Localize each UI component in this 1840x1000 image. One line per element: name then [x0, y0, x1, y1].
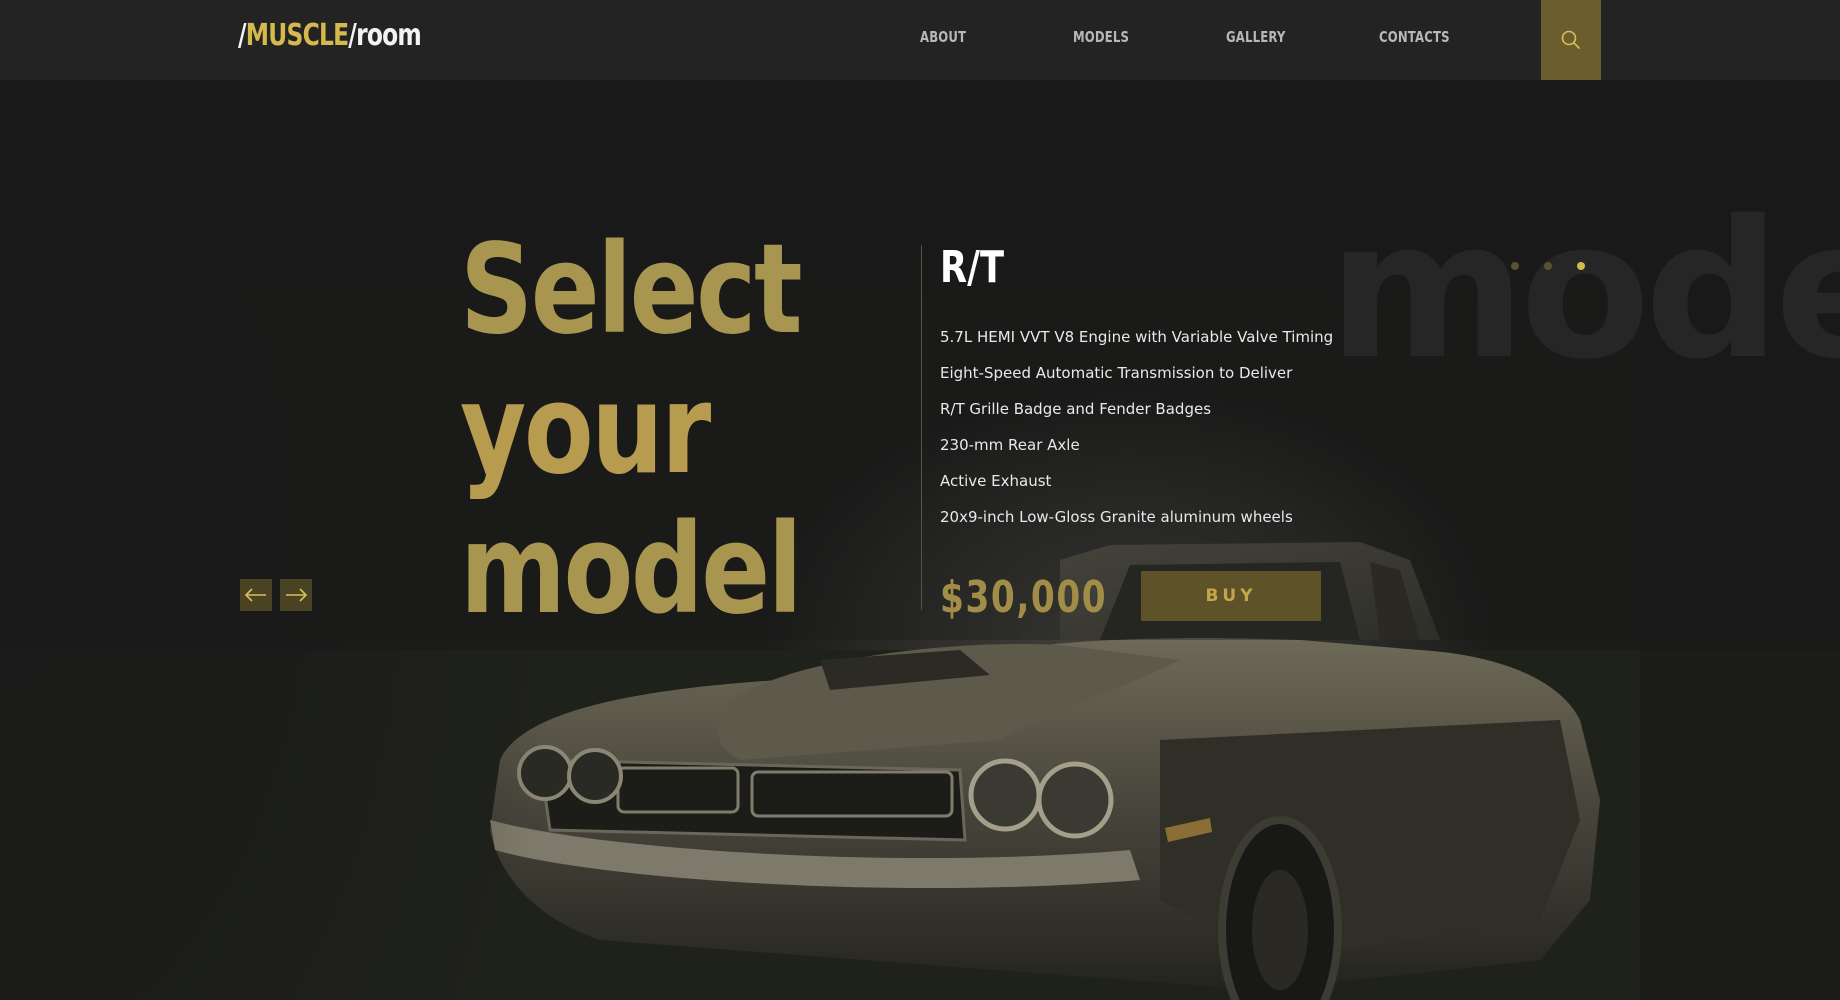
spec-item: 20x9-inch Low-Gloss Granite aluminum whe…: [940, 508, 1293, 526]
search-button[interactable]: [1541, 0, 1601, 80]
headline-line-3: model: [460, 498, 803, 642]
spec-list: 5.7L HEMI VVT V8 Engine with Variable Va…: [940, 322, 1333, 538]
nav-about[interactable]: ABOUT: [920, 28, 966, 46]
next-slide-button[interactable]: [280, 579, 312, 611]
arrow-left-icon: [244, 588, 266, 602]
buy-button[interactable]: BUY: [1141, 571, 1321, 621]
slide-dot-3-active[interactable]: [1577, 262, 1585, 270]
model-name: R/T: [940, 242, 1004, 293]
nav-models[interactable]: MODELS: [1073, 28, 1129, 46]
arrow-right-icon: [286, 588, 308, 602]
spec-item: Eight-Speed Automatic Transmission to De…: [940, 364, 1293, 382]
slide-dot-2[interactable]: [1544, 262, 1552, 270]
price: $30,000: [940, 572, 1108, 623]
vertical-divider: [921, 245, 922, 610]
logo[interactable]: /MUSCLE/room: [238, 18, 422, 62]
spec-item: 5.7L HEMI VVT V8 Engine with Variable Va…: [940, 328, 1334, 346]
site-header: /MUSCLE/room ABOUT MODELS GALLERY CONTAC…: [0, 0, 1840, 80]
search-icon: [1561, 30, 1580, 49]
hero-headline: Select your model: [460, 220, 875, 640]
nav-gallery[interactable]: GALLERY: [1226, 28, 1285, 46]
headline-line-1: Select: [460, 218, 803, 362]
spec-item: Active Exhaust: [940, 472, 1052, 490]
logo-suffix: room: [356, 18, 422, 53]
slide-dot-1[interactable]: [1511, 262, 1519, 270]
prev-slide-button[interactable]: [240, 579, 272, 611]
spec-item: R/T Grille Badge and Fender Badges: [940, 400, 1212, 418]
logo-brand: MUSCLE: [245, 18, 349, 53]
headline-line-2: your: [460, 358, 711, 502]
hero-section: models: [0, 80, 1840, 1000]
background-watermark: models: [1328, 180, 1840, 401]
nav-contacts[interactable]: CONTACTS: [1379, 28, 1450, 46]
logo-slash: /: [238, 18, 247, 53]
spec-item: 230-mm Rear Axle: [940, 436, 1080, 454]
